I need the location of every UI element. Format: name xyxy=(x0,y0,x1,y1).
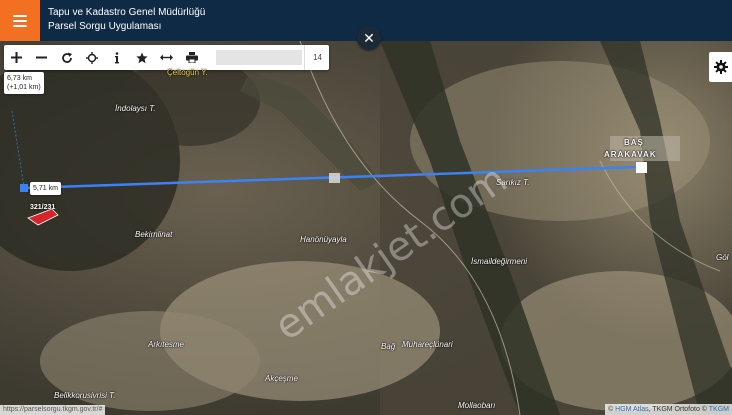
measure-end-handle[interactable] xyxy=(636,162,647,173)
hamburger-icon xyxy=(13,14,27,27)
refresh-icon xyxy=(61,52,72,63)
measure-mid-handle[interactable] xyxy=(329,173,340,183)
place-label: Bekirnlinat xyxy=(135,230,173,239)
place-label: ARAKAVAK xyxy=(604,150,657,159)
minus-icon xyxy=(36,56,47,59)
settings-button[interactable] xyxy=(709,52,732,82)
info-icon xyxy=(114,51,119,63)
locate-button[interactable] xyxy=(79,45,104,70)
favorite-button[interactable] xyxy=(129,45,154,70)
place-label: Muhareçlünari xyxy=(402,340,453,349)
zoom-in-button[interactable] xyxy=(4,45,29,70)
map-toolbar: 14 xyxy=(4,45,329,70)
measure-button[interactable] xyxy=(154,45,179,70)
print-button[interactable] xyxy=(179,45,204,70)
hgm-atlas-link[interactable]: HGM Atlas xyxy=(615,406,648,413)
map-attribution: © HGM Atlas, TKGM Ortofoto © TKGM xyxy=(605,404,732,415)
place-label: Hanönüyayla xyxy=(300,235,347,244)
menu-button[interactable] xyxy=(0,0,40,41)
place-label: Göl xyxy=(716,253,729,262)
locate-icon xyxy=(85,51,98,64)
measure-total-value: 6,73 km xyxy=(7,75,32,82)
parcel-label[interactable]: 321/231 xyxy=(30,204,55,211)
app-title-line2: Parsel Sorgu Uygulaması xyxy=(48,21,162,32)
tkgm-link[interactable]: TKGM xyxy=(709,406,729,413)
gear-icon xyxy=(713,60,728,74)
satellite-imagery xyxy=(0,41,732,415)
measure-segment-label: 5,71 km xyxy=(30,182,61,195)
zoom-level-indicator: 14 xyxy=(304,45,330,70)
close-button[interactable]: ✕ xyxy=(357,26,381,50)
print-icon xyxy=(185,52,198,63)
place-label: İsmaildeğirmeni xyxy=(471,257,528,266)
plus-icon xyxy=(11,52,22,63)
status-url: https://parselsorgu.tkgm.gov.tr/# xyxy=(0,405,106,415)
zoom-out-button[interactable] xyxy=(29,45,54,70)
star-icon xyxy=(135,52,148,63)
app-title-line1: Tapu ve Kadastro Genel Müdürlüğü xyxy=(48,7,206,18)
refresh-button[interactable] xyxy=(54,45,79,70)
measure-total-label: 6,73 km (+1,01 km) xyxy=(4,72,44,94)
measure-icon xyxy=(160,54,173,61)
place-label: İndolaysı T. xyxy=(115,104,156,113)
search-input[interactable] xyxy=(216,50,302,65)
close-icon: ✕ xyxy=(363,29,375,46)
measure-segment-value: 5,71 km xyxy=(33,185,58,192)
place-label: Bağ xyxy=(381,342,396,351)
place-label: Çeltogün Y. xyxy=(167,68,208,77)
app-title: Tapu ve Kadastro Genel Müdürlüğü Parsel … xyxy=(48,6,205,34)
place-label: Akçeşme xyxy=(265,374,298,383)
info-button[interactable] xyxy=(104,45,129,70)
place-label: BAŞ xyxy=(624,138,644,147)
place-label: Belikkorusivrisi T. xyxy=(54,391,116,400)
attribution-middle: , TKGM Ortofoto © xyxy=(648,406,709,413)
place-label: Mollaobarı xyxy=(458,401,496,410)
measure-start-point[interactable] xyxy=(20,184,28,192)
measure-delta-value: (+1,01 km) xyxy=(7,84,41,91)
map-view[interactable] xyxy=(0,41,732,415)
place-label: Arkıtesme xyxy=(148,340,185,349)
